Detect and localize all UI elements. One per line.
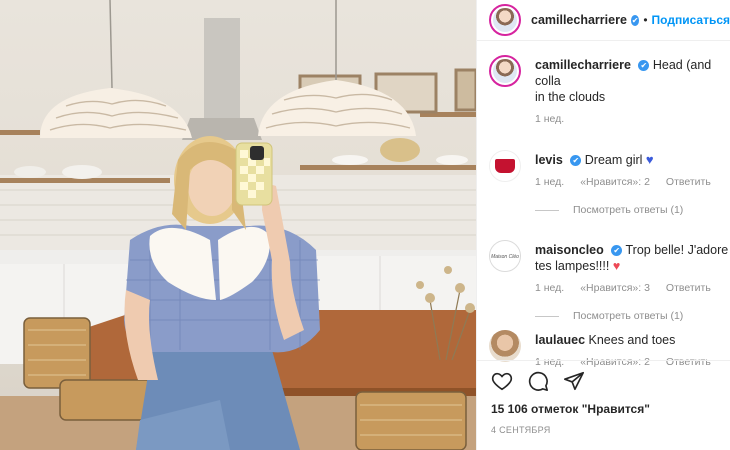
author-avatar[interactable] (489, 4, 521, 36)
commenter-avatar[interactable]: Maison Cléo (489, 240, 521, 272)
view-replies-label: Посмотреть ответы (1) (573, 310, 684, 322)
comment-time[interactable]: 1 нед. (535, 176, 564, 188)
commenter-username[interactable]: laulauec (535, 333, 585, 347)
share-icon[interactable] (563, 370, 585, 392)
instagram-post: camillecharriere ✔ • Подписаться camille… (0, 0, 730, 450)
action-icons (491, 369, 718, 393)
view-replies-button[interactable]: Посмотреть ответы (1) (535, 310, 730, 322)
post-date[interactable]: 4 СЕНТЯБРЯ (491, 425, 718, 435)
commenter-avatar[interactable] (489, 150, 521, 182)
comment-item: levis ✔ Dream girl ♥ 1 нед. «Нравится»: … (489, 150, 730, 240)
comment-likes[interactable]: «Нравится»: 3 (580, 282, 650, 294)
comment-time[interactable]: 1 нед. (535, 282, 564, 294)
commenter-username[interactable]: levis (535, 153, 563, 167)
replies-divider (535, 315, 559, 317)
caption-text: camillecharriere ✔ Head (and colla in th… (535, 55, 730, 105)
caption-time[interactable]: 1 нед. (535, 113, 564, 125)
red-heart-icon: ♥ (612, 259, 621, 273)
verified-badge-icon: ✔ (611, 245, 623, 256)
heart-icon[interactable] (491, 370, 513, 392)
kitchen-selfie-image (0, 0, 476, 450)
separator-dot: • (643, 13, 648, 27)
follow-button[interactable]: Подписаться (652, 13, 730, 27)
caption-avatar[interactable] (489, 55, 521, 87)
reply-button[interactable]: Ответить (666, 282, 711, 294)
post-header: camillecharriere ✔ • Подписаться (477, 0, 730, 41)
comment-text: maisoncleo ✔ Trop belle! J'adore tes lam… (535, 240, 730, 274)
post-photo[interactable] (0, 0, 476, 450)
comment-item: Maison Cléo maisoncleo ✔ Trop belle! J'a… (489, 240, 730, 330)
post-actions: 15 106 отметок "Нравится" 4 СЕНТЯБРЯ (477, 360, 730, 435)
comment-body: Knees and toes (588, 333, 676, 347)
comment-text: laulauec Knees and toes (535, 330, 730, 348)
likes-count[interactable]: 15 106 отметок "Нравится" (491, 402, 718, 416)
author-username[interactable]: camillecharriere (531, 13, 627, 27)
verified-badge-icon: ✔ (638, 60, 650, 71)
comments-panel: camillecharriere ✔ • Подписаться camille… (476, 0, 730, 450)
view-replies-label: Посмотреть ответы (1) (573, 204, 684, 216)
comments-list: camillecharriere ✔ Head (and colla in th… (477, 41, 730, 390)
verified-badge-icon: ✔ (570, 155, 582, 166)
caption-meta: 1 нед. (535, 113, 730, 125)
comment-body: Dream girl (584, 153, 643, 167)
commenter-avatar[interactable] (489, 330, 521, 362)
comment-text: levis ✔ Dream girl ♥ (535, 150, 730, 168)
comment-likes[interactable]: «Нравится»: 2 (580, 176, 650, 188)
comment-icon[interactable] (527, 370, 549, 392)
view-replies-button[interactable]: Посмотреть ответы (1) (535, 204, 730, 216)
replies-divider (535, 209, 559, 211)
verified-badge-icon: ✔ (630, 14, 640, 26)
levis-logo-icon (495, 159, 515, 173)
comment-meta: 1 нед. «Нравится»: 3 Ответить (535, 282, 730, 294)
blue-heart-icon: ♥ (645, 152, 654, 167)
caption-username[interactable]: camillecharriere (535, 58, 631, 72)
caption-body-wrap: in the clouds (535, 90, 606, 104)
comment-meta: 1 нед. «Нравится»: 2 Ответить (535, 176, 730, 188)
maisoncleo-logo: Maison Cléo (491, 254, 519, 260)
caption-item: camillecharriere ✔ Head (and colla in th… (489, 55, 730, 150)
reply-button[interactable]: Ответить (666, 176, 711, 188)
commenter-username[interactable]: maisoncleo (535, 243, 604, 257)
